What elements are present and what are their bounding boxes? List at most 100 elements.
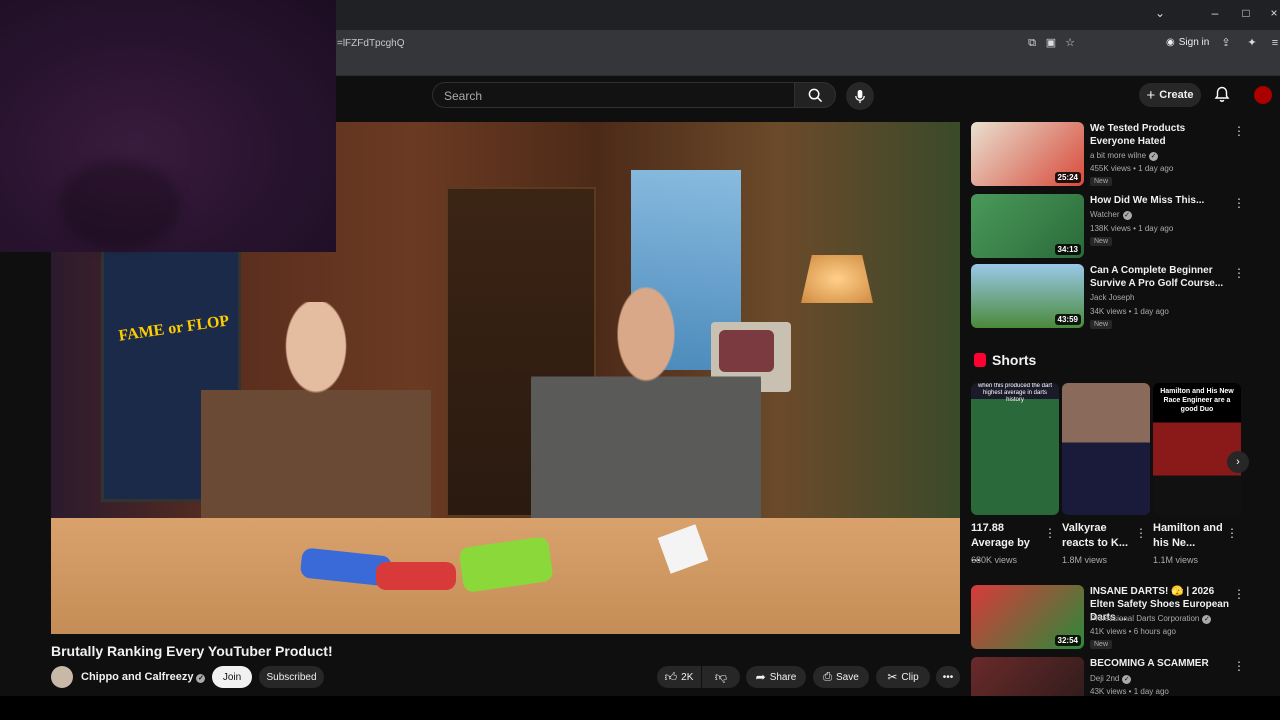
share-arrow-icon: ➦: [755, 670, 766, 684]
more-actions-button[interactable]: •••: [936, 666, 960, 688]
verified-check-icon: ✓: [1122, 675, 1132, 684]
shorts-next-button[interactable]: ›: [1227, 451, 1249, 473]
video-thumbnail[interactable]: 25:24: [971, 122, 1084, 186]
extension-icon[interactable]: ✦: [1245, 36, 1259, 50]
share-label: Share: [769, 671, 797, 683]
clip-button[interactable]: ✂ Clip: [876, 666, 930, 688]
duration-badge: 43:59: [1054, 314, 1081, 325]
like-count: 2K: [681, 671, 694, 683]
recommendation-item[interactable]: 25:24 We Tested Products Everyone Hated …: [971, 122, 1261, 186]
recommendation-item[interactable]: 43:59 Can A Complete Beginner Survive A …: [971, 264, 1261, 329]
microphone-icon: [855, 89, 865, 103]
recommendation-item[interactable]: 32:54 INSANE DARTS! 🫣 | 2026 Elten Safet…: [971, 585, 1261, 649]
clip-label: Clip: [901, 671, 919, 683]
more-options-icon[interactable]: ⋮: [1226, 526, 1238, 540]
video-title: Brutally Ranking Every YouTuber Product!: [51, 643, 333, 659]
save-bookmark-icon: ⎙: [823, 670, 832, 683]
channel-name[interactable]: Chippo and Calfreezy ✓: [81, 671, 206, 683]
short-thumbnail[interactable]: [1062, 383, 1150, 515]
recommendation-channel[interactable]: a bit more wilne ✓: [1090, 151, 1159, 161]
share-icon[interactable]: ⇪: [1219, 36, 1233, 50]
recommendation-channel[interactable]: Jack Joseph: [1090, 293, 1134, 302]
recommendation-meta: 34K views • 1 day ago: [1090, 307, 1169, 316]
video-thumbnail[interactable]: 43:59: [971, 264, 1084, 328]
verified-check-icon: ✓: [1149, 152, 1159, 161]
recommendation-channel[interactable]: Professional Darts Corporation ✓: [1090, 614, 1212, 624]
video-thumbnail[interactable]: [971, 657, 1084, 696]
url-text[interactable]: =lFZFdTpcghQ: [337, 38, 405, 49]
duration-badge: 34:13: [1054, 244, 1081, 255]
more-options-icon[interactable]: ⋮: [1233, 587, 1245, 601]
recommendation-item[interactable]: 34:13 How Did We Miss This... Watcher ✓ 1…: [971, 194, 1261, 258]
more-options-icon[interactable]: ⋮: [1233, 266, 1245, 280]
notifications-bell-icon[interactable]: [1214, 86, 1230, 103]
account-avatar[interactable]: [1254, 86, 1272, 104]
short-views: 1.8M views: [1062, 555, 1108, 565]
short-thumbnail[interactable]: when this produced the dart highest aver…: [971, 383, 1059, 515]
short-title[interactable]: Valkyrae reacts to K...: [1062, 521, 1132, 551]
save-button[interactable]: ⎙ Save: [813, 666, 869, 688]
short-views: 680K views: [971, 555, 1018, 565]
share-button[interactable]: ➦ Share: [746, 666, 806, 688]
shorts-heading-label: Shorts: [992, 352, 1037, 368]
recommendation-meta: 43K views • 1 day ago: [1090, 687, 1169, 696]
short-overlay-text: Hamilton and His New Race Engineer are a…: [1160, 388, 1234, 413]
install-app-icon[interactable]: ⧉: [1025, 36, 1039, 50]
like-button[interactable]: 👍︎ 2K: [657, 666, 701, 688]
new-badge: New: [1090, 320, 1113, 329]
shorts-heading: Shorts: [974, 352, 1036, 368]
new-badge: New: [1090, 237, 1113, 246]
more-options-icon[interactable]: ⋮: [1135, 526, 1147, 540]
maximize-button[interactable]: □: [1236, 6, 1256, 20]
host-left: [201, 302, 431, 522]
search-input[interactable]: Search: [432, 82, 794, 108]
more-options-icon[interactable]: ⋮: [1044, 526, 1056, 540]
cast-icon[interactable]: ▣: [1044, 36, 1058, 50]
recommendation-meta: 41K views • 6 hours ago: [1090, 627, 1176, 636]
more-options-icon[interactable]: ⋮: [1233, 659, 1245, 673]
more-options-icon[interactable]: ⋮: [1233, 124, 1245, 138]
menu-icon[interactable]: ≡: [1268, 36, 1280, 50]
video-thumbnail[interactable]: 32:54: [971, 585, 1084, 649]
recommendation-title[interactable]: BECOMING A SCAMMER: [1090, 657, 1230, 670]
verified-check-icon: ✓: [196, 674, 206, 683]
search-placeholder: Search: [444, 89, 483, 103]
short-title[interactable]: Hamilton and his Ne...: [1153, 521, 1223, 551]
more-options-icon[interactable]: ⋮: [1233, 196, 1245, 210]
search-button[interactable]: [794, 82, 836, 108]
save-label: Save: [836, 671, 859, 683]
recommendation-title[interactable]: How Did We Miss This...: [1090, 194, 1230, 207]
new-badge: New: [1090, 640, 1113, 649]
verified-check-icon: ✓: [1202, 615, 1212, 624]
plus-icon: +: [1146, 86, 1156, 104]
shorts-logo-icon: [974, 353, 986, 367]
duration-badge: 25:24: [1054, 172, 1081, 183]
minimize-button[interactable]: –: [1205, 6, 1225, 20]
recommendation-channel[interactable]: Watcher ✓: [1090, 210, 1132, 220]
sign-in-button[interactable]: ◉ Sign in: [1166, 37, 1209, 48]
host-right: [531, 287, 761, 522]
recommendation-channel[interactable]: Deji 2nd ✓: [1090, 674, 1132, 684]
short-thumbnail[interactable]: Hamilton and His New Race Engineer are a…: [1153, 383, 1241, 515]
channel-avatar[interactable]: [51, 666, 73, 688]
recommendation-meta: 455K views • 1 day ago: [1090, 164, 1174, 173]
short-overlay-text: when this produced the dart highest aver…: [977, 383, 1053, 403]
verified-check-icon: ✓: [1122, 211, 1132, 220]
dislike-button[interactable]: 👎︎: [702, 666, 740, 688]
search-icon: [808, 88, 822, 102]
bookmark-star-icon[interactable]: ☆: [1063, 36, 1077, 50]
voice-search-button[interactable]: [846, 82, 874, 110]
recommendation-item[interactable]: BECOMING A SCAMMER Deji 2nd ✓ 43K views •…: [971, 657, 1261, 696]
create-label: Create: [1159, 89, 1194, 101]
scissors-icon: ✂: [887, 670, 898, 684]
create-button[interactable]: + Create: [1139, 83, 1201, 107]
recommendation-title[interactable]: We Tested Products Everyone Hated: [1090, 122, 1230, 148]
taskbar-strip: [0, 696, 1280, 720]
join-button[interactable]: Join: [212, 666, 252, 688]
video-thumbnail[interactable]: 34:13: [971, 194, 1084, 258]
duration-badge: 32:54: [1054, 635, 1081, 646]
recommendation-title[interactable]: Can A Complete Beginner Survive A Pro Go…: [1090, 264, 1230, 290]
close-window-button[interactable]: ×: [1264, 6, 1280, 20]
subscribed-button[interactable]: Subscribed: [259, 666, 324, 688]
tab-list-chevron-icon[interactable]: ⌄: [1150, 6, 1170, 20]
